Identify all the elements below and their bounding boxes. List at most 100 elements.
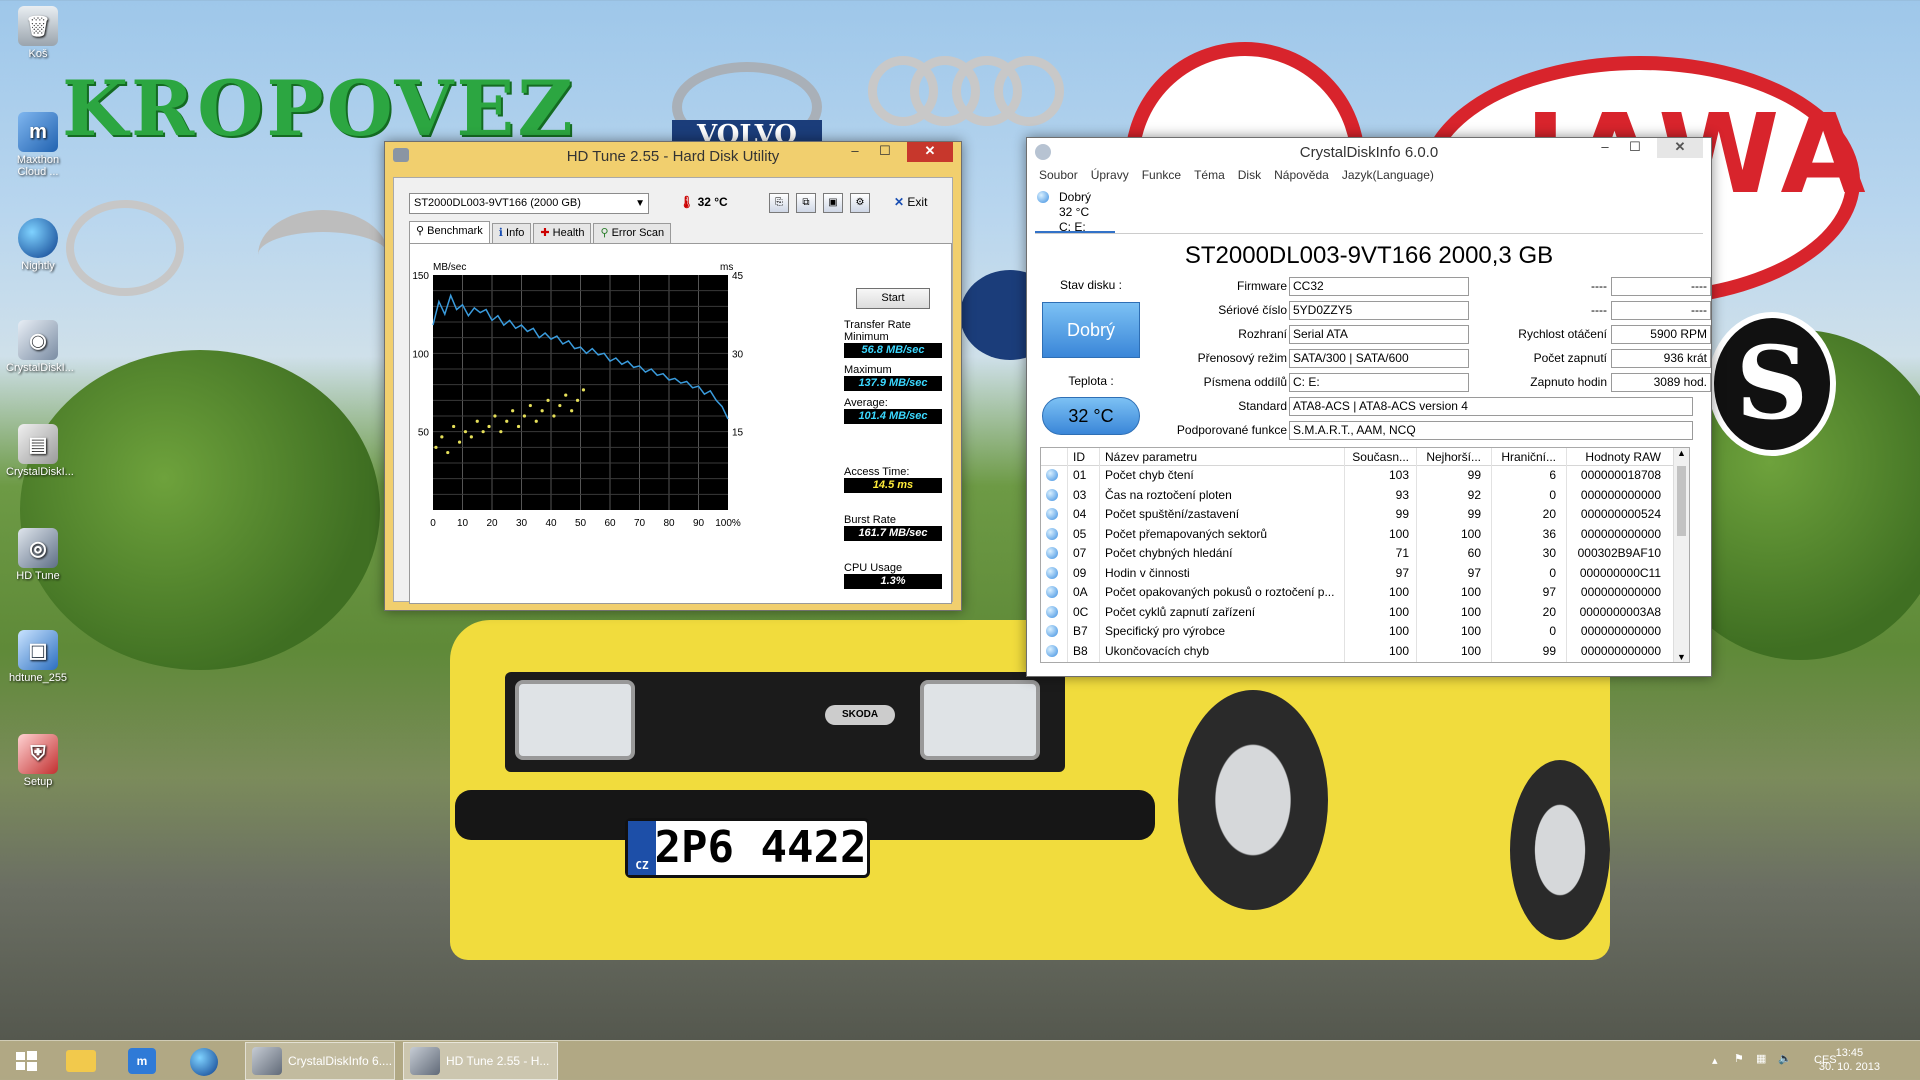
desktop-icon-setup[interactable]: ⛨ Setup <box>6 734 70 788</box>
drive-select[interactable]: ST2000DL003-9VT166 (2000 GB) ▼ <box>409 193 649 214</box>
taskbar-maxthon[interactable]: m <box>122 1041 162 1080</box>
transfer-rate-label: Transfer Rate <box>844 319 911 331</box>
recycle-bin-icon: 🗑 <box>18 6 58 46</box>
show-hidden-icons-icon[interactable]: ▴ <box>1712 1054 1718 1067</box>
column-divider <box>1099 448 1100 662</box>
smart-row[interactable]: 0C Počet cyklů zapnutí zařízení 100 100 20 00… <box>1041 603 1673 621</box>
crystaldisk-icon: ▤ <box>18 424 58 464</box>
menu-funkce[interactable]: Funkce <box>1142 168 1181 182</box>
desktop-icon-crystaldisk-1[interactable]: ◉ CrystalDiskI... <box>6 320 74 374</box>
desktop-icon-label: Nightly <box>21 260 55 272</box>
smart-cell-name: Počet přemapovaných sektorů <box>1105 526 1268 541</box>
x-tick-label: 60 <box>604 518 616 529</box>
maximize-button[interactable]: ☐ <box>871 142 899 162</box>
copy-image-icon[interactable]: ⧉ <box>796 193 816 213</box>
exit-button[interactable]: ✕ Exit <box>894 195 927 209</box>
maximize-button[interactable]: ☐ <box>1621 138 1649 158</box>
taskbar-file-explorer[interactable] <box>60 1041 100 1080</box>
tab-health[interactable]: ✚ Health <box>533 223 592 243</box>
close-button[interactable]: ✕ <box>907 142 953 162</box>
disk-tab[interactable]: Dobrý 32 °C C: E: <box>1035 188 1115 234</box>
cdi-titlebar[interactable]: CrystalDiskInfo 6.0.0 – ☐ ✕ <box>1027 138 1711 167</box>
tab-error-scan[interactable]: ⚲ Error Scan <box>593 223 672 243</box>
menu-tema[interactable]: Téma <box>1194 168 1225 182</box>
scroll-thumb[interactable] <box>1677 466 1686 536</box>
access-time-point <box>481 430 485 434</box>
smart-row[interactable]: 07 Počet chybných hledání 71 60 30 000302B9AF… <box>1041 544 1673 562</box>
desktop-icon-nightly[interactable]: Nightly <box>6 218 70 272</box>
smart-row[interactable]: B7 Specifický pro výrobce 100 100 0 000000000… <box>1041 622 1673 640</box>
desktop-icon-hdtune-installer[interactable]: ▣ hdtune_255 <box>6 630 70 684</box>
blank-label-2: ---- <box>1591 303 1607 317</box>
header-current[interactable]: Současn... <box>1349 448 1409 466</box>
access-time-point <box>575 398 580 402</box>
access-time-label: Access Time: <box>844 466 910 478</box>
smart-cell-raw: 000000000000 <box>1580 643 1661 658</box>
menu-upravy[interactable]: Úpravy <box>1091 168 1129 182</box>
menu-soubor[interactable]: Soubor <box>1039 168 1078 182</box>
smart-table[interactable]: ID Název parametru Současn... Nejhorší..… <box>1040 447 1690 663</box>
menu-disk[interactable]: Disk <box>1238 168 1261 182</box>
smart-cell-threshold: 20 <box>1542 604 1556 619</box>
drive-temperature: 🌡 32 °C <box>679 195 728 209</box>
smart-row[interactable]: 0A Počet opakovaných pokusů o roztočení p… <box>1041 583 1673 601</box>
minimize-button[interactable]: – <box>1591 138 1619 158</box>
s-logo: S <box>1708 312 1836 456</box>
tab-info[interactable]: ℹ Info <box>491 223 532 243</box>
smart-row[interactable]: 09 Hodin v činnosti 97 97 0 000000000C11 <box>1041 564 1673 582</box>
desktop-icon-recycle-bin[interactable]: 🗑 Koš <box>6 6 70 60</box>
network-icon[interactable]: ▦ <box>1756 1052 1766 1065</box>
start-button[interactable] <box>6 1041 46 1080</box>
access-time-point <box>546 398 550 402</box>
taskbar-nightly[interactable] <box>184 1041 224 1080</box>
minimize-button[interactable]: – <box>841 142 869 162</box>
error-scan-icon: ⚲ <box>600 227 612 239</box>
menu-jazyk[interactable]: Jazyk(Language) <box>1342 168 1434 182</box>
smart-cell-id: 0C <box>1073 604 1089 619</box>
smart-cell-current: 71 <box>1395 546 1409 560</box>
header-worst[interactable]: Nejhorší... <box>1421 448 1481 466</box>
smart-row[interactable]: 05 Počet přemapovaných sektorů 100 100 36 000… <box>1041 525 1673 543</box>
smart-cell-raw: 000000000000 <box>1580 487 1661 502</box>
transfer-mode-field: SATA/300 | SATA/600 <box>1289 349 1469 368</box>
menu-napoveda[interactable]: Nápověda <box>1274 168 1329 182</box>
average-label: Average: <box>844 397 888 409</box>
scroll-up-icon[interactable]: ▲ <box>1674 448 1689 458</box>
clock[interactable]: 13:45 30. 10. 2013 <box>1819 1046 1880 1074</box>
options-icon[interactable]: ⚙ <box>850 193 870 213</box>
maxthon-icon: m <box>18 112 58 152</box>
access-time-point <box>434 445 438 449</box>
serial-field: 5YD0ZZY5 <box>1289 301 1469 320</box>
health-status-button[interactable]: Dobrý <box>1042 302 1140 358</box>
desktop-icon-label: Koš <box>28 48 48 60</box>
close-button[interactable]: ✕ <box>1657 138 1703 158</box>
desktop-icon-crystaldisk-2[interactable]: ▤ CrystalDiskI... <box>6 424 74 478</box>
header-threshold[interactable]: Hraniční... <box>1496 448 1556 466</box>
save-icon[interactable]: ▣ <box>823 193 843 213</box>
action-center-flag-icon[interactable]: ⚑ <box>1734 1052 1744 1065</box>
smart-row[interactable]: 04 Počet spuštění/zastavení 99 99 20 00000000… <box>1041 505 1673 523</box>
taskbar-app-crystaldiskinfo[interactable]: CrystalDiskInfo 6.... <box>245 1042 395 1080</box>
smart-scrollbar[interactable]: ▲ ▼ <box>1673 448 1689 662</box>
volume-icon[interactable]: 🔈 <box>1778 1052 1792 1065</box>
header-raw[interactable]: Hodnoty RAW <box>1571 448 1661 466</box>
smart-row[interactable]: 03 Čas na roztočení ploten 93 92 0 0000000000… <box>1041 486 1673 504</box>
smart-row[interactable]: 01 Počet chyb čtení 103 99 6 000000018708 <box>1041 466 1673 484</box>
y-tick-label: 150 <box>412 271 429 282</box>
copy-text-icon[interactable]: ⎘ <box>769 193 789 213</box>
smart-cell-name: Čas na roztočení ploten <box>1105 487 1232 502</box>
tab-benchmark[interactable]: ⚲ Benchmark <box>409 221 490 243</box>
scroll-down-icon[interactable]: ▼ <box>1674 652 1689 662</box>
header-name[interactable]: Název parametru <box>1105 448 1305 466</box>
system-tray: ▴ ⚑ ▦ 🔈 <box>1712 1041 1802 1080</box>
minimum-value: 56.8 MB/sec <box>844 343 942 358</box>
smart-row[interactable]: B8 Ukončovacích chyb 100 100 99 000000000000 <box>1041 642 1673 660</box>
smart-cell-id: 0A <box>1073 585 1088 599</box>
brand-text: KROPOVEZ <box>62 64 576 153</box>
start-button[interactable]: Start <box>856 288 930 309</box>
taskbar-app-hdtune[interactable]: HD Tune 2.55 - H... <box>403 1042 558 1080</box>
blank-field-2: ---- <box>1611 301 1711 320</box>
hdtune-titlebar[interactable]: HD Tune 2.55 - Hard Disk Utility – ☐ ✕ <box>385 142 961 171</box>
desktop-icon-maxthon[interactable]: m Maxthon Cloud ... <box>6 112 70 178</box>
desktop-icon-hdtune[interactable]: ◎ HD Tune <box>6 528 70 582</box>
